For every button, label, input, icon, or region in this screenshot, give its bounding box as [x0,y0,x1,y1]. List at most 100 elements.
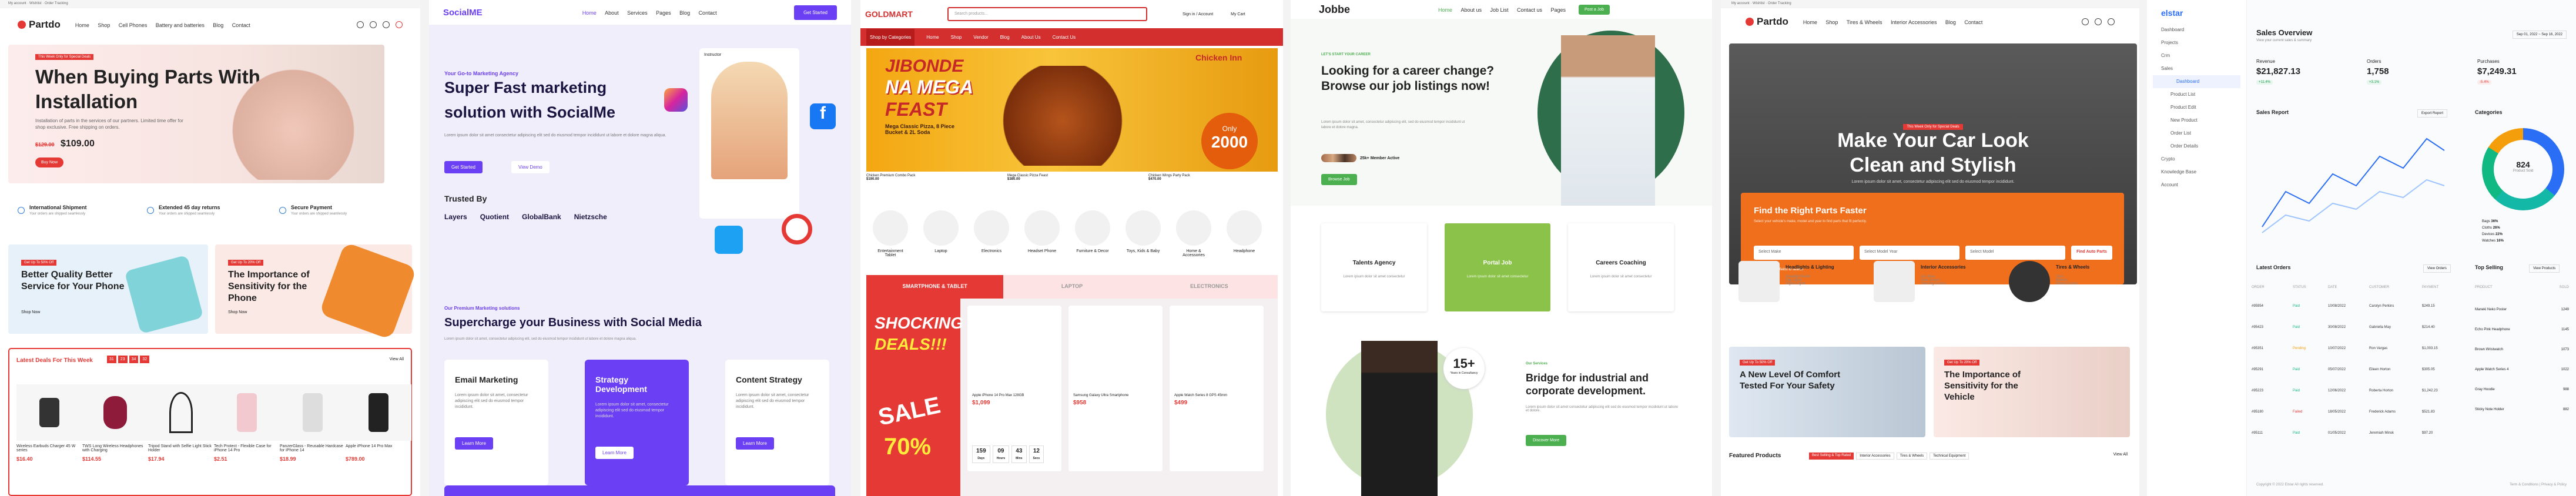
buy-now-button[interactable]: Buy Now [35,157,64,167]
footer-links[interactable]: Term & Conditions | Privacy & Policy [2510,483,2567,487]
tab-interior[interactable]: Interior Accessories [1856,453,1894,460]
date-range-picker[interactable]: Sep 01, 2022 ~ Sep 16, 2022 [2512,31,2567,39]
tab-technical[interactable]: Technical Equipment [1930,453,1969,460]
category-item[interactable]: Headset Phone [1024,210,1060,253]
product-card[interactable]: TWS Long Wireless Headphones with Chargi… [82,384,148,493]
product-card[interactable]: PanzerGlass - Reusable Hardcase for iPho… [280,384,346,493]
service-card-email[interactable]: Email Marketing Lorem ipsum dolor sit ame… [444,360,548,485]
mini-product[interactable]: Chicken Wings Party Pack $470.00 [1148,174,1278,192]
search-icon[interactable] [2095,18,2102,25]
nav-job-list[interactable]: Job List [1490,7,1508,13]
list-item[interactable]: Brown Wristwatch 1073 [2475,340,2569,360]
tab-laptop[interactable]: LAPTOP [1003,275,1141,299]
product-card[interactable]: Tech Protect - Flexible Case for iPhone … [214,384,280,493]
nav-pages[interactable]: Pages [656,10,671,16]
nav-home[interactable]: Home [582,10,597,16]
category-item[interactable]: Laptop [923,210,959,253]
view-orders-button[interactable]: View Orders [2423,264,2451,273]
promo-card-quality[interactable]: Get Up To 50% Off Better Quality Better … [8,244,208,334]
cart-icon[interactable] [2108,18,2115,25]
shop-now-link[interactable]: Shop Now [21,310,40,314]
logo[interactable]: Jobbe [1319,4,1350,16]
table-row[interactable]: #95291 Paid 05/07/2022 Eileen Horton $305.05 [2252,368,2463,371]
table-row[interactable]: #95954 Paid 10/08/2022 Carolyn Perkins $249.… [2252,304,2463,308]
sidebar-item[interactable]: Projects [2147,36,2246,49]
shop-by-categories[interactable]: Shop by Categories [866,28,915,46]
sidebar-item[interactable]: Dashboard [2147,24,2246,36]
nav-home[interactable]: Home [926,35,939,40]
learn-more-button[interactable]: Learn More [455,437,493,450]
export-report-button[interactable]: Export Report [2417,109,2448,118]
product-card[interactable]: Tripod Stand with Selfie Light Stick Hol… [148,384,214,493]
nav-contact[interactable]: Contact [699,10,717,16]
cart-link[interactable]: My Cart [1231,12,1245,16]
select-year[interactable]: Select Model Year [1860,246,1959,260]
list-item[interactable]: Maneki Neko Poster 1249 [2475,300,2569,320]
table-row[interactable]: #95111 Paid 01/05/2022 Jeremiah Minsk $97.20 [2252,431,2463,435]
shocking-deals-banner[interactable]: SHOCKING DEALS!!! SALE 70% [866,299,963,496]
select-model[interactable]: Select Model [1965,246,2065,260]
nav-home[interactable]: Home [1438,7,1452,13]
nav-contact[interactable]: Contact us [1517,7,1542,13]
category-item[interactable]: Entertainment Tablet [872,210,909,257]
card-coaching[interactable]: Careers Coaching Lorem ipsum dolor sit am… [1568,223,1674,311]
post-job-button[interactable]: Post a Job [1578,4,1610,15]
nav-contact[interactable]: Contact Us [1053,35,1076,40]
category-interior[interactable]: Interior Accessories Car Mats Seat Covers… [1874,261,1991,320]
sidebar-item[interactable]: Crm [2147,49,2246,62]
nav-blog[interactable]: Blog [1000,35,1010,40]
list-item[interactable]: Apple Watch Series 4 1022 [2475,360,2569,380]
discover-more-button[interactable]: Discover More [1526,435,1567,446]
category-headlights[interactable]: Headlights & Lighting Headlight Bulbs Fog… [1738,261,1856,320]
nav-battery[interactable]: Battery and batteries [156,22,205,28]
sidebar-item[interactable]: Crypto [2147,153,2246,166]
category-item[interactable]: Toys, Kids & Baby [1125,210,1161,253]
tab-smartphone[interactable]: SMARTPHONE & TABLET [866,275,1004,299]
promo-sensitivity[interactable]: Get Up To 20% Off The Importance of Sens… [1934,347,2130,437]
learn-more-button[interactable]: Learn More [595,447,634,459]
mini-product[interactable]: Chicken Premium Combo Pack $190.00 [866,174,996,192]
nav-blog[interactable]: Blog [213,22,223,28]
learn-more-button[interactable]: Learn More [736,437,774,450]
deal-product[interactable]: Apple Watch Series 8 GPS 45mm $499 [1170,306,1264,471]
table-row[interactable]: #95223 Paid 12/06/2022 Roberta Horton $1,242… [2252,389,2463,393]
list-item[interactable]: Gray Hoodie 988 [2475,380,2569,400]
deal-product[interactable]: Samsung Galaxy Ultra Smartphone $958 [1068,306,1163,471]
promo-comfort[interactable]: Get Up To 50% Off A New Level Of Comfort… [1729,347,1925,437]
category-item[interactable]: Headphone [1226,210,1262,253]
get-started-header-button[interactable]: Get Started [794,5,837,20]
find-parts-button[interactable]: Find Auto Parts [2071,246,2112,260]
search-input[interactable]: Search products... [947,7,1147,21]
nav-services[interactable]: Services [627,10,648,16]
tab-electronics[interactable]: ELECTRONICS [1140,275,1278,299]
sidebar-item[interactable]: Account [2147,179,2246,192]
sidebar-item[interactable]: New Product [2147,114,2246,127]
nav-shop[interactable]: Shop [1825,19,1838,25]
view-all-link[interactable]: View All [390,357,404,361]
service-card-strategy[interactable]: Strategy Development Lorem ipsum dolor si… [585,360,689,485]
nav-about[interactable]: About [605,10,619,16]
sidebar-item[interactable]: Product List [2147,88,2246,101]
promo-banner[interactable]: JIBONDE NA MEGA FEAST Mega Classic Pizza… [866,48,1278,172]
sidebar-item[interactable]: Product Edit [2147,101,2246,114]
shop-now-link[interactable]: Shop Now [228,310,247,314]
logo[interactable]: Partdo [18,19,61,31]
list-item[interactable]: Echo Pink Headphone 1145 [2475,320,2569,340]
logo[interactable]: Partdo [1746,16,1788,28]
nav-blog[interactable]: Blog [679,10,690,16]
sidebar-item[interactable]: Order Details [2147,140,2246,153]
nav-contact[interactable]: Contact [1964,19,1982,25]
search-icon[interactable] [370,21,377,28]
nav-home[interactable]: Home [1803,19,1817,25]
nav-tires[interactable]: Tires & Wheels [1847,19,1882,25]
nav-pages[interactable]: Pages [1550,7,1566,13]
nav-blog[interactable]: Blog [1945,19,1956,25]
view-all-link[interactable]: View All [2113,453,2128,457]
browse-job-button[interactable]: Browse Job [1321,174,1357,185]
wishlist-icon[interactable] [383,21,390,28]
service-card-content[interactable]: Content Strategy Lorem ipsum dolor sit am… [725,360,829,485]
sidebar-item-active[interactable]: Dashboard [2153,75,2240,88]
account-link[interactable]: Sign in / Account [1183,12,1213,16]
nav-about[interactable]: About Us [1021,35,1041,40]
tab-best-selling[interactable]: Best Selling & Top Rated [1809,453,1854,460]
